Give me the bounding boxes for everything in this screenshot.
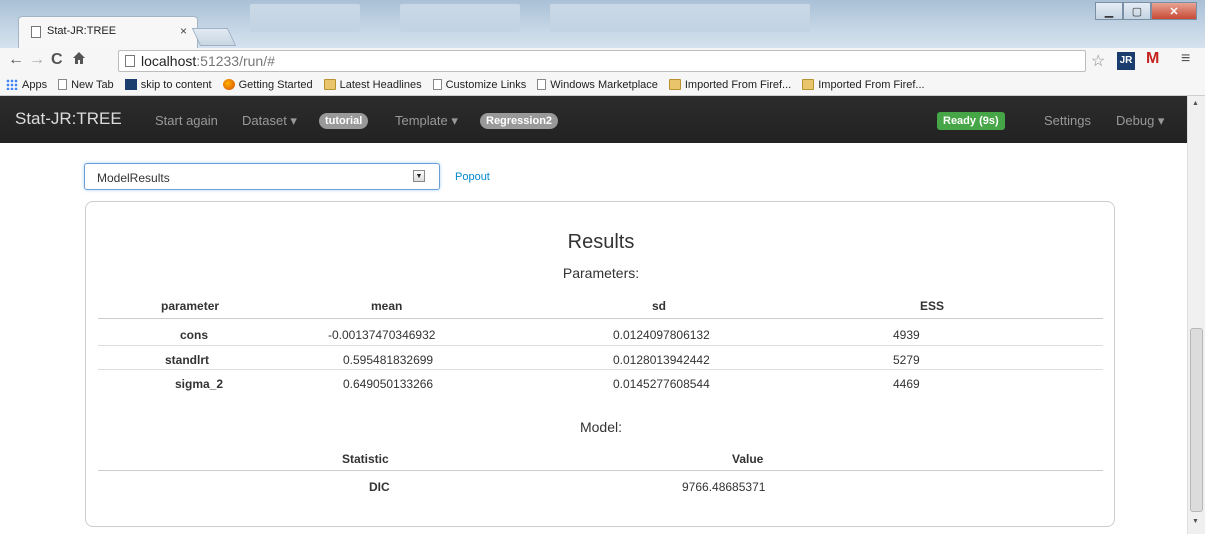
bookmark-windows-marketplace[interactable]: Windows Marketplace — [537, 79, 658, 91]
tab-title: Stat-JR:TREE — [47, 25, 117, 37]
parameter-cell: cons — [180, 328, 209, 342]
ess-cell: 4939 — [893, 328, 920, 342]
sd-cell: 0.0128013942442 — [613, 353, 710, 367]
background-blur — [250, 4, 360, 32]
apps-icon — [6, 79, 18, 90]
firefox-icon — [222, 79, 235, 90]
window-controls: ▁ ▢ ✕ — [1095, 2, 1197, 20]
divider — [98, 345, 1103, 346]
divider — [98, 318, 1103, 319]
settings-link[interactable]: Settings — [1044, 113, 1091, 128]
scrollbar[interactable]: ▲ ▼ — [1187, 96, 1205, 534]
maximize-button[interactable]: ▢ — [1123, 2, 1151, 20]
bookmark-apps[interactable]: Apps — [6, 79, 47, 91]
bookmark-getting-started[interactable]: Getting Started — [222, 79, 313, 91]
ess-cell: 5279 — [893, 353, 920, 367]
extension-icon[interactable]: JR — [1117, 52, 1135, 70]
address-bar[interactable]: localhost:51233/run/# — [118, 50, 1086, 72]
bookmark-skip[interactable]: skip to content — [124, 79, 212, 91]
parameters-table: parameter mean sd ESS cons -0.0013747034… — [98, 297, 1103, 407]
browser-tab[interactable]: Stat-JR:TREE × — [18, 16, 198, 48]
toolbar: ← → C localhost:51233/run/# ☆ JR M ≡ — [0, 48, 1205, 74]
new-tab-button[interactable] — [191, 28, 237, 46]
page-icon — [432, 79, 442, 90]
sd-cell: 0.0145277608544 — [613, 377, 710, 391]
parameter-cell: standlrt — [165, 353, 210, 367]
output-select[interactable]: ModelResults ▼ — [84, 163, 440, 190]
model-table: Statistic Value DIC 9766.48685371 — [98, 450, 1103, 500]
menu-icon[interactable]: ≡ — [1181, 50, 1190, 68]
page-icon — [31, 26, 41, 38]
dataset-badge: tutorial — [319, 113, 369, 129]
scroll-up-icon[interactable]: ▲ — [1192, 100, 1199, 107]
close-window-button[interactable]: ✕ — [1151, 2, 1197, 20]
folder-icon — [323, 79, 336, 90]
mean-cell: 0.649050133266 — [343, 377, 434, 391]
gmail-icon[interactable]: M — [1146, 50, 1159, 68]
background-blur — [550, 4, 810, 32]
bookmark-imported-2[interactable]: Imported From Firef... — [802, 79, 925, 91]
chevron-down-icon: ▼ — [413, 170, 425, 182]
statistic-cell: DIC — [369, 480, 390, 494]
folder-icon — [802, 79, 815, 90]
folder-icon — [668, 79, 681, 90]
back-icon[interactable]: ← — [8, 51, 24, 69]
forward-icon[interactable]: → — [29, 51, 45, 69]
page-icon — [58, 79, 68, 90]
bookmark-new-tab[interactable]: New Tab — [58, 79, 114, 91]
status-badge: Ready (9s) — [937, 112, 1005, 130]
select-value: ModelResults — [97, 171, 170, 185]
main-content: ModelResults ▼ Popout Results Parameters… — [0, 143, 1187, 534]
bookmark-imported-1[interactable]: Imported From Firef... — [668, 79, 791, 91]
background-blur — [400, 4, 520, 32]
page-icon — [125, 55, 135, 67]
bookmark-customize-links[interactable]: Customize Links — [432, 79, 526, 91]
column-header: mean — [371, 299, 403, 313]
bookmarks-bar: Apps New Tab skip to content Getting Sta… — [0, 74, 1205, 96]
model-heading: Model: — [579, 419, 623, 435]
home-icon[interactable] — [72, 51, 86, 70]
brand[interactable]: Stat-JR:TREE — [15, 109, 122, 129]
app-navbar: Stat-JR:TREE Start again Dataset ▾ tutor… — [0, 96, 1187, 143]
mean-cell: -0.00137470346932 — [328, 328, 436, 342]
mean-cell: 0.595481832699 — [343, 353, 434, 367]
minimize-button[interactable]: ▁ — [1095, 2, 1123, 20]
window-titlebar: Stat-JR:TREE × ▁ ▢ ✕ — [0, 0, 1205, 48]
popout-link[interactable]: Popout — [455, 171, 490, 183]
bookmark-star-icon[interactable]: ☆ — [1091, 51, 1105, 71]
parameters-heading: Parameters: — [562, 265, 640, 281]
divider — [98, 470, 1103, 471]
parameter-cell: sigma_2 — [175, 377, 224, 391]
reload-icon[interactable]: C — [51, 51, 63, 69]
column-header: Statistic — [342, 452, 389, 466]
scroll-thumb[interactable] — [1190, 328, 1203, 512]
results-panel: Results Parameters: parameter mean sd ES… — [85, 201, 1115, 527]
skip-icon — [124, 79, 137, 90]
debug-menu[interactable]: Debug ▾ — [1116, 113, 1164, 129]
column-header: sd — [652, 299, 667, 313]
ess-cell: 4469 — [893, 377, 920, 391]
dataset-menu[interactable]: Dataset ▾ — [242, 113, 297, 129]
sd-cell: 0.0124097806132 — [613, 328, 710, 342]
value-cell: 9766.48685371 — [682, 480, 766, 494]
url-text: localhost:51233/run/# — [141, 53, 275, 69]
template-menu[interactable]: Template ▾ — [395, 113, 458, 129]
template-badge: Regression2 — [480, 113, 559, 129]
page-icon — [537, 79, 547, 90]
column-header: parameter — [161, 299, 220, 313]
close-tab-icon[interactable]: × — [180, 24, 187, 38]
results-title: Results — [567, 231, 635, 253]
start-again-link[interactable]: Start again — [155, 113, 218, 128]
divider — [98, 369, 1103, 370]
column-header: ESS — [920, 299, 945, 313]
bookmark-latest-headlines[interactable]: Latest Headlines — [323, 79, 422, 91]
scroll-down-icon[interactable]: ▼ — [1192, 518, 1199, 525]
column-header: Value — [732, 452, 764, 466]
